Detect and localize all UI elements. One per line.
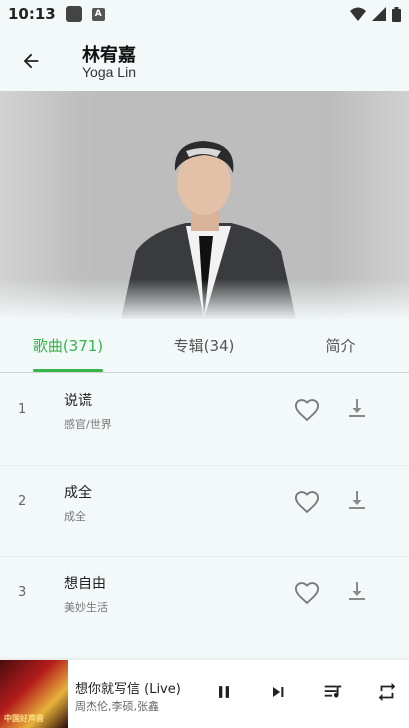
repeat-icon xyxy=(378,682,396,702)
song-row[interactable]: 1 说谎 感官/世界 xyxy=(0,374,409,465)
status-time: 10:13 xyxy=(8,5,56,23)
now-playing-artist: 周杰伦,李硕,张鑫 xyxy=(75,700,159,713)
signal-icon xyxy=(372,7,386,21)
song-index: 1 xyxy=(18,402,27,417)
download-icon[interactable] xyxy=(345,579,369,603)
notification-icon xyxy=(65,6,82,22)
download-icon[interactable] xyxy=(345,488,369,512)
song-row[interactable]: 2 成全 成全 xyxy=(0,465,409,556)
back-button[interactable] xyxy=(14,44,48,78)
heart-icon[interactable] xyxy=(293,396,321,424)
hero-fade xyxy=(0,279,409,319)
song-title: 想自由 xyxy=(64,576,106,592)
tab-bar: 歌曲(371) 专辑(34) 简介 xyxy=(0,319,409,373)
song-album: 成全 xyxy=(64,510,86,523)
wifi-icon xyxy=(350,7,366,21)
status-bar: 10:13 A xyxy=(0,0,409,28)
playlist-icon xyxy=(324,685,342,698)
song-list: 1 说谎 感官/世界 2 成全 成全 3 想自由 美妙生活 xyxy=(0,374,409,647)
download-icon[interactable] xyxy=(345,396,369,420)
pause-icon xyxy=(219,686,229,698)
song-album: 感官/世界 xyxy=(64,418,112,431)
song-row[interactable]: 3 想自由 美妙生活 xyxy=(0,556,409,647)
song-title: 说谎 xyxy=(64,393,92,409)
cover-text: 中国好声音 xyxy=(4,714,44,723)
app-notification-icon: A xyxy=(91,7,105,21)
repeat-button[interactable] xyxy=(375,680,399,704)
heart-icon[interactable] xyxy=(293,579,321,607)
app-bar: 林宥嘉 Yoga Lin xyxy=(0,28,409,90)
album-cover[interactable]: 中国好声音 xyxy=(0,660,68,728)
tab-albums[interactable]: 专辑(34) xyxy=(136,319,272,372)
mini-player[interactable]: 中国好声音 想你就写信 (Live) 周杰伦,李硕,张鑫 xyxy=(0,660,409,728)
active-tab-indicator xyxy=(33,369,103,372)
artist-english-name: Yoga Lin xyxy=(82,64,136,80)
next-button[interactable] xyxy=(266,680,290,704)
song-index: 2 xyxy=(18,494,27,509)
song-title: 成全 xyxy=(64,485,92,501)
heart-icon[interactable] xyxy=(293,488,321,516)
battery-icon xyxy=(392,6,401,22)
now-playing-title: 想你就写信 (Live) xyxy=(75,682,181,697)
playlist-button[interactable] xyxy=(321,680,345,704)
song-index: 3 xyxy=(18,585,27,600)
tab-intro[interactable]: 简介 xyxy=(272,319,409,372)
pause-button[interactable] xyxy=(212,680,236,704)
artist-hero xyxy=(0,91,409,319)
song-album: 美妙生活 xyxy=(64,601,108,614)
tab-songs[interactable]: 歌曲(371) xyxy=(0,319,136,372)
next-icon xyxy=(273,687,284,697)
back-arrow-icon xyxy=(23,53,39,69)
